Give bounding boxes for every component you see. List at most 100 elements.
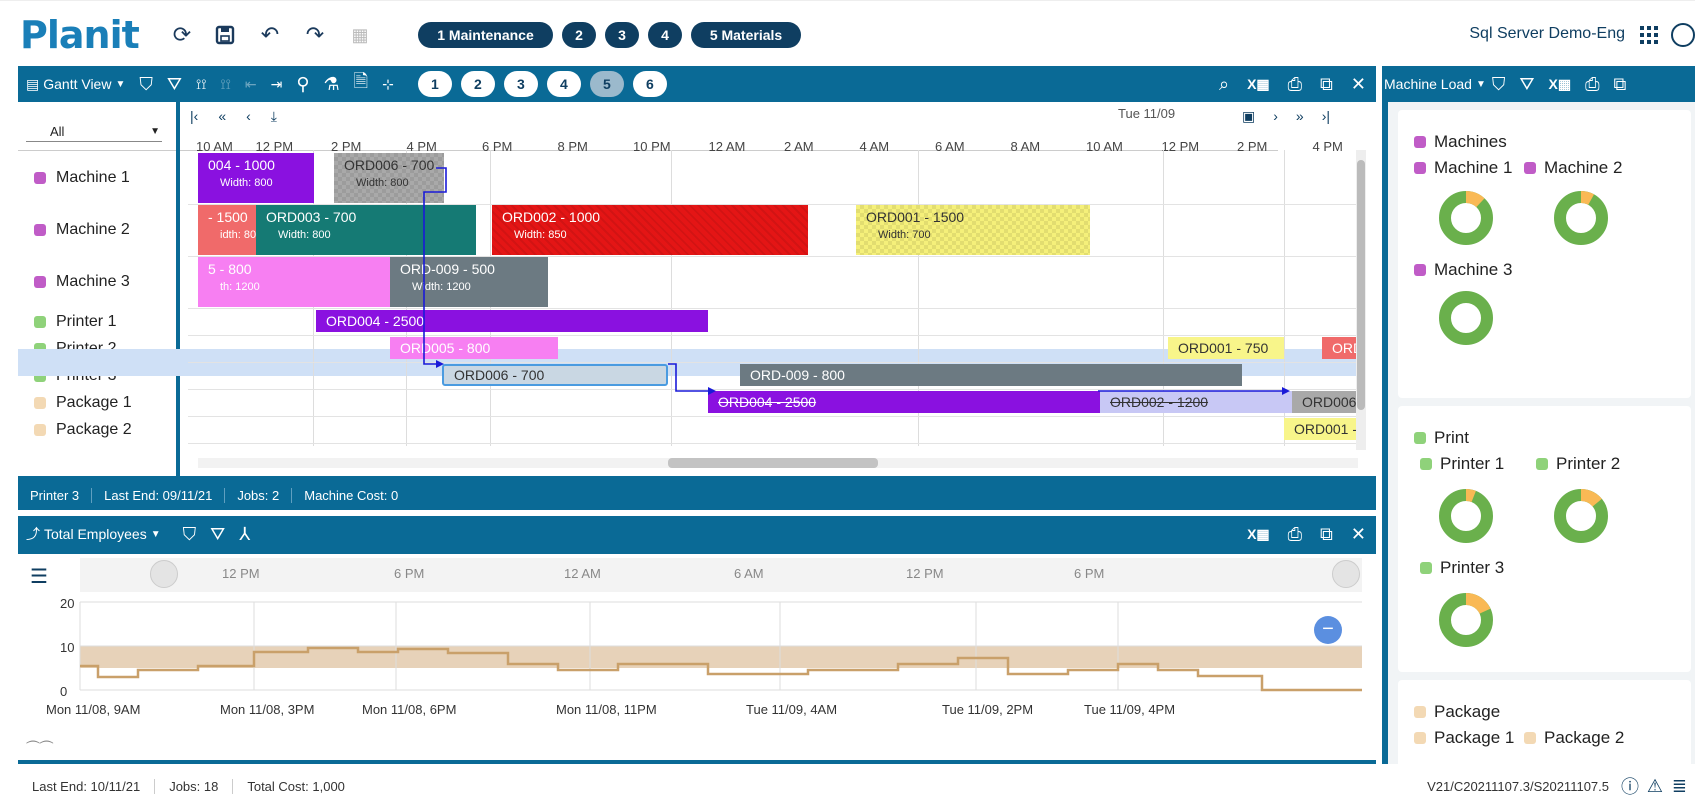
legend-swatch [1414,706,1426,718]
log-icon[interactable]: ≣ [1672,776,1687,797]
print-icon[interactable]: ⎙ [1288,524,1302,545]
filter-one-icon[interactable]: ⛛ [167,74,182,95]
printer-2-label: Printer 2 [1556,454,1621,473]
pill-2[interactable]: 2 [562,22,596,48]
excel-icon[interactable]: X▦ [1548,76,1571,93]
pin-icon[interactable]: ⚲ [296,74,309,95]
expand-links-icon[interactable]: ⟟⟟ [196,76,206,93]
refresh-icon[interactable]: ⟳ [170,22,194,47]
document-icon[interactable]: 🗎 [354,69,368,99]
printer-1-label: Printer 1 [1440,454,1505,473]
donut-free [1554,191,1608,245]
shrink-icon[interactable]: ⇤ [245,76,257,93]
close-icon[interactable]: ✕ [1351,74,1366,95]
menu-icon[interactable]: ☰ [30,564,48,589]
user-icon[interactable] [1671,23,1695,47]
pill-3[interactable]: 3 [605,22,639,48]
print-icon[interactable]: ⎙ [1585,74,1599,95]
app-logo: Planit [20,13,140,57]
filter-icon[interactable]: ⛉ [183,524,197,545]
gantt-view-icon: ▤ [26,75,40,92]
info-icon[interactable]: ⓘ [1621,773,1639,799]
navigator-tick: 6 AM [734,566,764,581]
filter-icon[interactable]: ⛉ [139,74,153,95]
close-icon[interactable]: ✕ [1351,524,1366,545]
x-tick: Mon 11/08, 3PM [220,702,314,717]
navigator-tick: 12 PM [906,566,944,581]
machine-load-title: Machine Load [1384,76,1472,92]
machine-load-header: Machine Load ▼ ⛉ ⛛ X▦ ⎙ ⧉ [1382,66,1695,102]
hierarchy-icon[interactable]: ⊹ [382,76,394,93]
x-tick: Tue 11/09, 2PM [942,702,1033,717]
gantt-header: ▤ Gantt View ▼ ⛉ ⛛ ⟟⟟ ⟟⟟ ⇤ ⇥ ⚲ ⚗ 🗎 ⊹ 1 2… [18,66,1376,102]
donut-free [1439,191,1493,245]
employees-dropdown[interactable]: ⤴ Total Employees ▼ [26,524,161,544]
excel-icon[interactable]: X▦ [1247,526,1270,543]
machine-load-dropdown[interactable]: Machine Load ▼ [1384,76,1486,92]
x-tick: Mon 11/08, 11PM [556,702,657,717]
printer-2-donut [1554,489,1608,543]
view-number-3[interactable]: 3 [503,71,538,97]
collapse-links-icon[interactable]: ⟟⟟ [220,76,230,93]
employees-chart: 20 10 0 Mon 11/08, 9AM Mon 11/08, 3PM Mon 11/… [46,596,1362,717]
lab-icon[interactable]: ⚗ [324,74,340,95]
warning-icon[interactable]: ⚠ [1647,776,1663,797]
navigator-left-handle[interactable] [150,560,178,588]
legend-swatch [1414,136,1426,148]
materials-pill[interactable]: 5 Materials [691,22,801,48]
print-card: Print Printer 1 Printer 2 Printer 3 [1398,406,1691,672]
excel-icon[interactable]: X▦ [1247,76,1270,93]
view-number-4[interactable]: 4 [546,71,581,97]
top-bar: Planit ⟳ ↶ ↷ ▦ 1 Maintenance 2 3 4 5 Mat… [0,0,1695,66]
legend-swatch [1414,162,1426,174]
chevron-down-icon: ▼ [1475,78,1486,90]
calculator-icon[interactable]: ▦ [348,23,372,47]
filter-one-icon[interactable]: ⛛ [210,524,225,545]
maintenance-pill[interactable]: 1 Maintenance [418,22,553,48]
employees-header: ⤴ Total Employees ▼ ⛉ ⛛ ⅄ X▦ ⎙ ⧉ ✕ [18,516,1376,552]
gantt-status-bar: Printer 3 Last End: 09/11/21 Jobs: 2 Mac… [18,482,1376,508]
print-icon[interactable]: ⎙ [1288,74,1302,95]
chevron-down-icon: ▼ [115,78,126,90]
y-tick: 0 [60,684,67,699]
filter-one-icon[interactable]: ⛛ [1519,74,1534,95]
horizontal-scrollbar[interactable] [198,458,1358,468]
navigator-right-handle[interactable] [1332,560,1360,588]
filter-icon[interactable]: ⛉ [1492,74,1506,95]
footer-total-cost: Total Cost: 1,000 [247,778,345,794]
employees-band [80,646,1362,668]
gantt-view-label: Gantt View [43,76,112,92]
extend-icon[interactable]: ⇥ [271,76,283,93]
legend-swatch [1414,732,1426,744]
legend-swatch [1524,732,1536,744]
navigator-tick: 6 PM [1074,566,1105,581]
view-number-6[interactable]: 6 [632,71,667,97]
x-tick: Mon 11/08, 6PM [362,702,456,717]
view-number-2[interactable]: 2 [460,71,495,97]
pill-4[interactable]: 4 [648,22,682,48]
popout-icon[interactable]: ⧉ [1320,74,1333,95]
vertical-scrollbar[interactable] [1356,150,1366,450]
apps-grid-icon[interactable] [1639,25,1659,45]
employees-chart-area: ☰ 12 PM 6 PM 12 AM 6 AM 12 PM 6 PM − 20 10 0 Mon… [18,554,1376,760]
popout-icon[interactable]: ⧉ [1613,74,1626,95]
footer-last-end: Last End: 10/11/21 [0,778,156,794]
site-name[interactable]: Sql Server Demo-Eng [1469,25,1625,43]
gantt-body: All ▼ |‹ « ‹ ⤓ Tue 11/09 ▣ › » ›| 10 AM 1… [18,102,1376,476]
status-jobs: Jobs: 2 [225,487,293,503]
machine-1-label: Machine 1 [1434,158,1513,177]
range-navigator[interactable] [80,558,1362,592]
x-tick: Mon 11/08, 9AM [46,702,140,717]
merge-icon[interactable]: ⅄ [239,524,250,545]
undo-icon[interactable]: ↶ [258,22,282,47]
save-icon[interactable] [213,23,237,47]
x-tick: Tue 11/09, 4AM [746,702,837,717]
view-number-1[interactable]: 1 [417,71,452,97]
popout-icon[interactable]: ⧉ [1320,524,1333,545]
status-resource: Printer 3 [18,487,93,503]
view-number-5[interactable]: 5 [589,71,624,97]
search-icon[interactable]: ⌕ [1219,74,1229,95]
sparkline-icon: ⏜⏜ [26,740,53,756]
gantt-view-dropdown[interactable]: ▤ Gantt View ▼ [26,76,125,93]
redo-icon[interactable]: ↷ [303,22,327,47]
